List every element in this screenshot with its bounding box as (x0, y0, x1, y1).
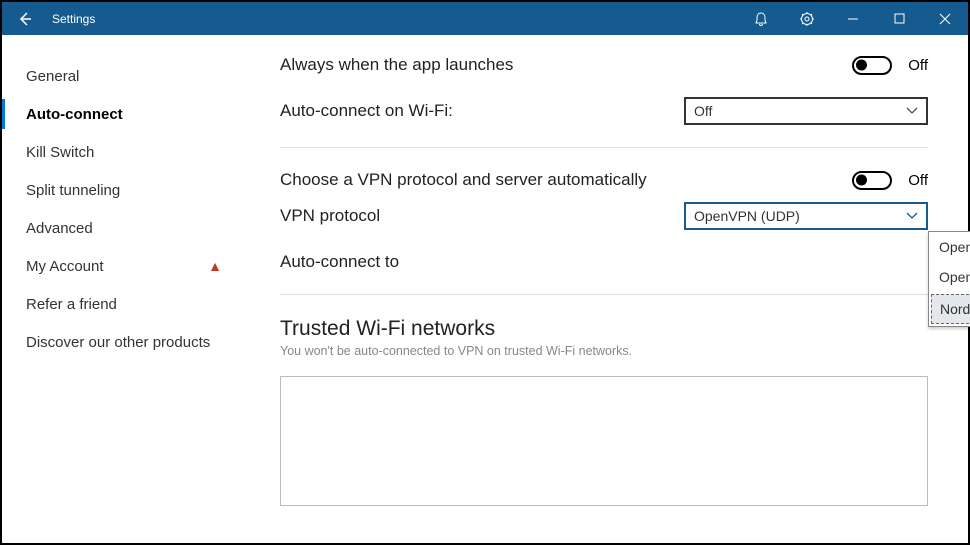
bell-icon (753, 11, 769, 27)
sidebar-item-label: Discover our other products (26, 334, 210, 351)
vpn-protocol-select[interactable]: OpenVPN (UDP) (684, 202, 928, 230)
trusted-heading: Trusted Wi-Fi networks (280, 317, 928, 341)
sidebar-item-label: Kill Switch (26, 144, 94, 161)
launch-toggle-state: Off (908, 57, 928, 74)
chevron-down-icon (906, 107, 918, 115)
trusted-sub: You won't be auto-connected to VPN on tr… (280, 344, 928, 358)
protocol-auto-toggle[interactable] (852, 171, 892, 190)
back-button[interactable] (2, 2, 48, 35)
title-bar: Settings (2, 2, 968, 35)
divider (280, 294, 928, 295)
sidebar-item-label: My Account (26, 258, 104, 275)
close-button[interactable] (922, 2, 968, 35)
vpn-protocol-option[interactable]: NordLynx Recommended (929, 294, 970, 324)
close-icon (939, 13, 951, 25)
wifi-select-value: Off (694, 103, 712, 119)
sidebar-item-general[interactable]: General (2, 57, 260, 95)
sidebar-item-label: Advanced (26, 220, 93, 237)
chevron-down-icon (906, 212, 918, 220)
minimize-icon (847, 13, 859, 25)
main-content: Always when the app launches Off Auto-co… (260, 35, 968, 543)
window-title: Settings (52, 12, 95, 26)
sidebar-item-advanced[interactable]: Advanced (2, 209, 260, 247)
protocol-auto-label: Choose a VPN protocol and server automat… (280, 170, 647, 190)
trusted-networks-box[interactable] (280, 376, 928, 506)
launch-label: Always when the app launches (280, 55, 513, 75)
maximize-button[interactable] (876, 2, 922, 35)
sidebar: General Auto-connect Kill Switch Split t… (2, 35, 260, 543)
gear-icon (799, 11, 815, 27)
wifi-select[interactable]: Off (684, 97, 928, 125)
vpn-protocol-value: OpenVPN (UDP) (694, 208, 800, 224)
sidebar-item-label: Auto-connect (26, 106, 123, 123)
sidebar-item-discover-products[interactable]: Discover our other products (2, 323, 260, 361)
wifi-label: Auto-connect on Wi-Fi: (280, 101, 453, 121)
sidebar-item-label: Split tunneling (26, 182, 120, 199)
vpn-protocol-label: VPN protocol (280, 206, 380, 226)
arrow-left-icon (17, 11, 33, 27)
maximize-icon (894, 13, 905, 24)
vpn-protocol-option[interactable]: OpenVPN (TCP) (929, 262, 970, 292)
minimize-button[interactable] (830, 2, 876, 35)
warning-icon: ▲ (208, 258, 222, 274)
sidebar-item-my-account[interactable]: My Account ▲ (2, 247, 260, 285)
sidebar-item-label: Refer a friend (26, 296, 117, 313)
sidebar-item-auto-connect[interactable]: Auto-connect (2, 95, 260, 133)
settings-gear-button[interactable] (784, 2, 830, 35)
protocol-auto-state: Off (908, 172, 928, 189)
sidebar-item-label: General (26, 68, 79, 85)
vpn-protocol-option[interactable]: OpenVPN (UDP) (929, 232, 970, 262)
launch-toggle[interactable] (852, 56, 892, 75)
notifications-button[interactable] (738, 2, 784, 35)
sidebar-item-refer-friend[interactable]: Refer a friend (2, 285, 260, 323)
divider (280, 147, 928, 148)
vpn-protocol-dropdown: OpenVPN (UDP) OpenVPN (TCP) NordLynx Rec… (928, 231, 970, 327)
sidebar-item-kill-switch[interactable]: Kill Switch (2, 133, 260, 171)
connect-to-label: Auto-connect to (280, 252, 399, 272)
sidebar-item-split-tunneling[interactable]: Split tunneling (2, 171, 260, 209)
